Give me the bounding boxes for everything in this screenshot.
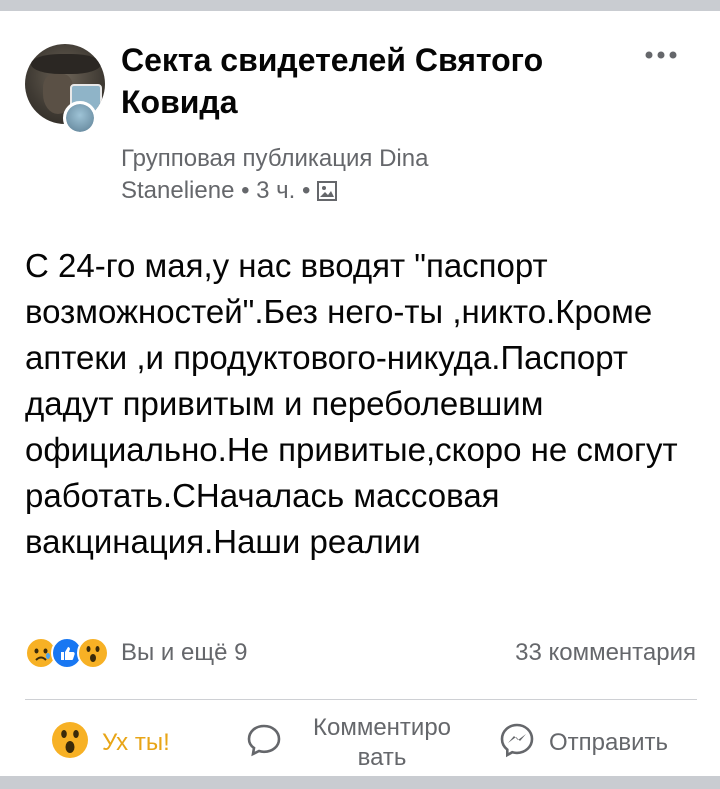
group-name[interactable]: Секта свидетелей Святого Ковида	[121, 39, 621, 123]
send-label: Отправить	[549, 729, 669, 756]
wow-reaction-icon	[77, 637, 109, 669]
ellipsis-icon[interactable]	[644, 41, 678, 61]
post-meta-text[interactable]: Групповая публикация Dina Staneliene • 3…	[121, 145, 428, 204]
wow-reaction-icon	[50, 720, 90, 767]
bottom-separator	[0, 776, 720, 789]
comment-button[interactable]: Комментиро вать	[244, 711, 472, 775]
avatar-hat-shape	[31, 54, 101, 74]
author-avatar[interactable]	[63, 101, 97, 135]
reactions-bar[interactable]: Вы и ещё 9	[25, 635, 247, 671]
post-card: Секта свидетелей Святого Ковида Группова…	[0, 11, 720, 776]
comment-icon	[244, 720, 284, 767]
wow-reaction-label: Ух ты!	[102, 729, 170, 756]
post-meta: Групповая публикация Dina Staneliene • 3…	[121, 143, 541, 210]
photo-icon	[317, 178, 338, 210]
post-text: С 24-го мая,у нас вводят "паспорт возмож…	[25, 247, 678, 560]
reactions-summary[interactable]: Вы и ещё 9	[121, 639, 247, 667]
wow-reaction-button[interactable]: Ух ты!	[50, 711, 170, 775]
messenger-icon	[497, 720, 537, 767]
send-button[interactable]: Отправить	[497, 711, 668, 775]
comment-label: Комментиро вать	[312, 714, 452, 771]
comments-count[interactable]: 33 комментария	[515, 639, 696, 667]
divider	[25, 699, 697, 700]
